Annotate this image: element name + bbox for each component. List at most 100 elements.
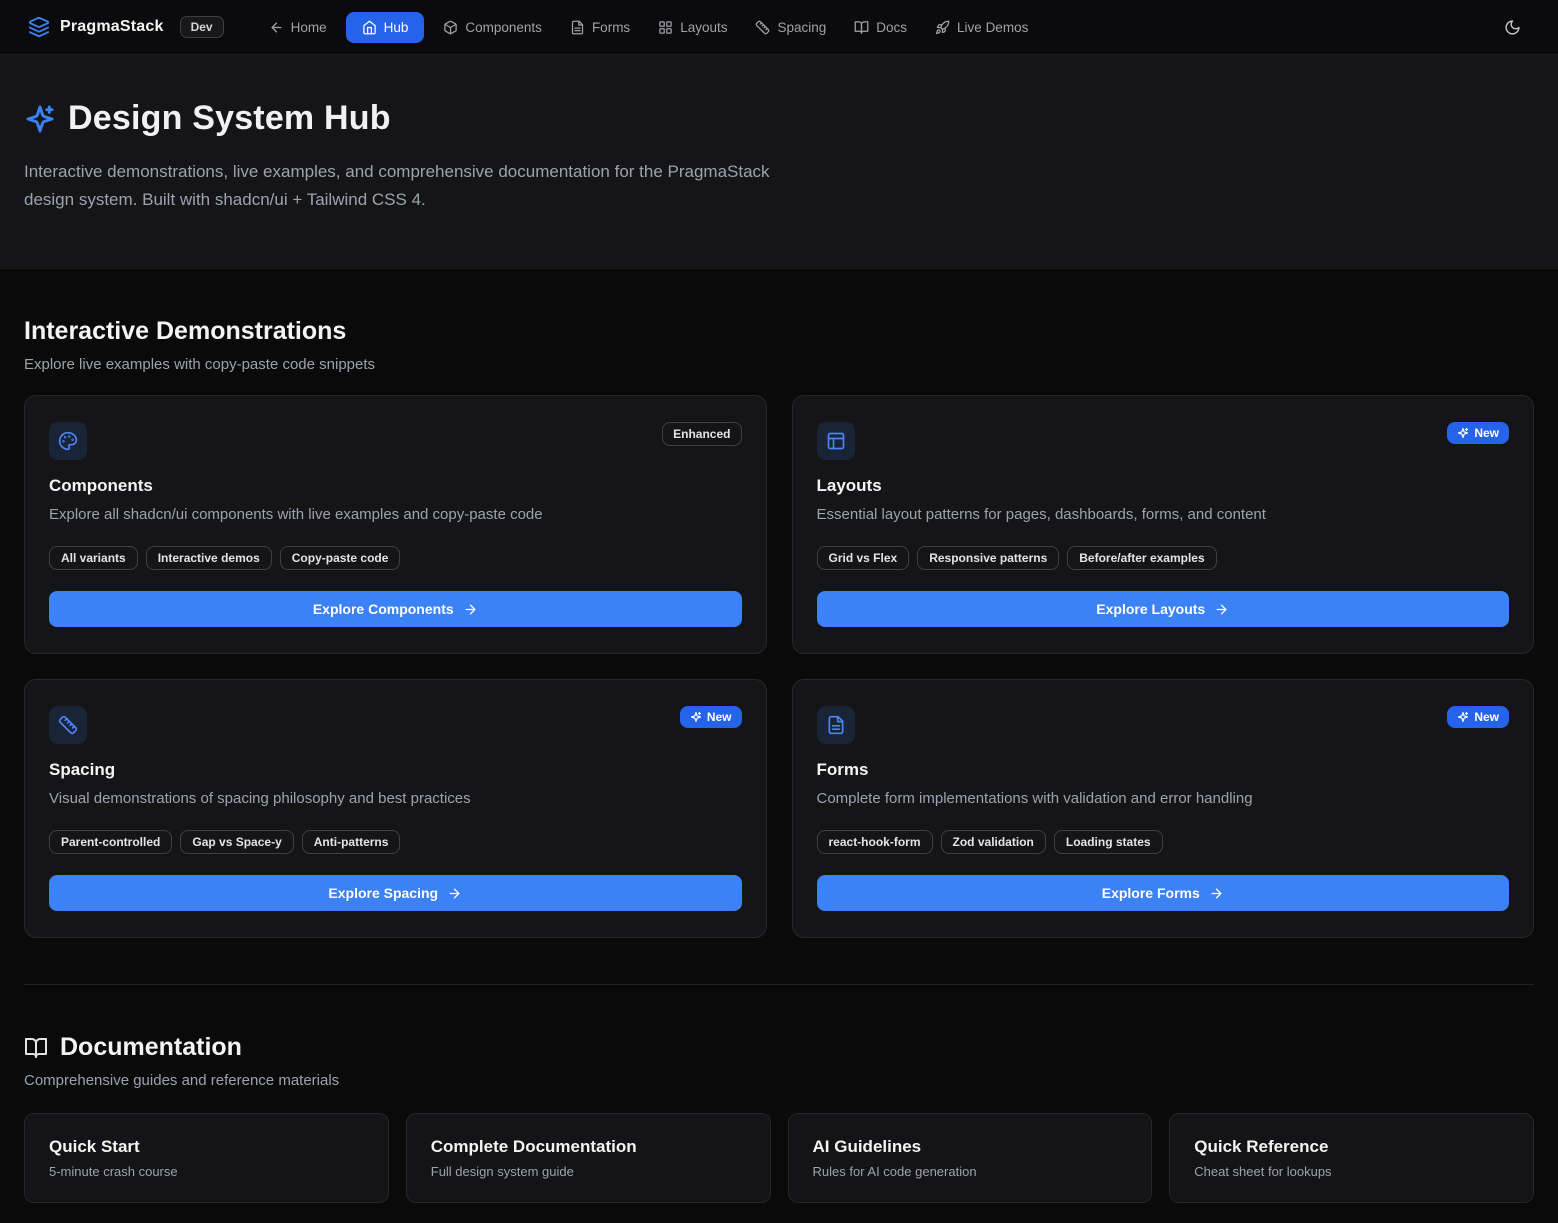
enhanced-badge: Enhanced	[662, 422, 741, 446]
demo-card-components[interactable]: Enhanced Components Explore all shadcn/u…	[24, 395, 767, 654]
doc-card-subtitle: 5-minute crash course	[49, 1164, 364, 1179]
moon-icon	[1504, 19, 1521, 36]
arrow-right-icon	[463, 602, 478, 617]
sparkles-icon	[1457, 711, 1469, 723]
demo-card-grid: Enhanced Components Explore all shadcn/u…	[24, 395, 1534, 938]
nav-item-layouts[interactable]: Layouts	[649, 12, 736, 43]
navbar: PragmaStack Dev Home Hub Components Form…	[0, 0, 1558, 55]
cta-label: Explore Components	[313, 601, 454, 617]
nav-item-label: Home	[291, 20, 327, 35]
demos-section-header: Interactive Demonstrations Explore live …	[24, 269, 1534, 373]
nav-item-label: Docs	[876, 20, 907, 35]
tag: Gap vs Space-y	[180, 830, 293, 854]
tag: Before/after examples	[1067, 546, 1216, 570]
doc-card-ai-guidelines[interactable]: AI Guidelines Rules for AI code generati…	[788, 1113, 1153, 1203]
arrow-left-icon	[269, 20, 284, 35]
page-subtitle: Interactive demonstrations, live example…	[24, 158, 786, 214]
book-open-icon	[854, 20, 869, 35]
sparkles-icon	[24, 103, 56, 135]
env-badge: Dev	[180, 16, 224, 38]
tag: react-hook-form	[817, 830, 933, 854]
nav-item-spacing[interactable]: Spacing	[746, 12, 835, 43]
doc-card-title: Complete Documentation	[431, 1137, 746, 1157]
nav-item-label: Spacing	[777, 20, 826, 35]
tag-row: react-hook-form Zod validation Loading s…	[817, 830, 1510, 854]
doc-card-title: Quick Reference	[1194, 1137, 1509, 1157]
card-description: Visual demonstrations of spacing philoso…	[49, 788, 742, 810]
doc-card-subtitle: Full design system guide	[431, 1164, 746, 1179]
tag: All variants	[49, 546, 138, 570]
explore-components-button[interactable]: Explore Components	[49, 591, 742, 627]
brand[interactable]: PragmaStack Dev	[28, 16, 224, 38]
theme-toggle-button[interactable]	[1494, 9, 1530, 45]
arrow-right-icon	[1214, 602, 1229, 617]
badge-label: New	[1474, 426, 1499, 440]
doc-card-quick-reference[interactable]: Quick Reference Cheat sheet for lookups	[1169, 1113, 1534, 1203]
nav-item-hub[interactable]: Hub	[346, 12, 425, 43]
explore-spacing-button[interactable]: Explore Spacing	[49, 875, 742, 911]
nav-item-components[interactable]: Components	[434, 12, 551, 43]
nav-item-label: Components	[465, 20, 542, 35]
doc-card-title: AI Guidelines	[813, 1137, 1128, 1157]
nav-item-forms[interactable]: Forms	[561, 12, 639, 43]
demo-card-layouts[interactable]: New Layouts Essential layout patterns fo…	[792, 395, 1535, 654]
tag: Responsive patterns	[917, 546, 1059, 570]
card-description: Explore all shadcn/ui components with li…	[49, 504, 742, 526]
tag-row: All variants Interactive demos Copy-past…	[49, 546, 742, 570]
doc-card-quick-start[interactable]: Quick Start 5-minute crash course	[24, 1113, 389, 1203]
home-icon	[362, 20, 377, 35]
doc-card-title: Quick Start	[49, 1137, 364, 1157]
tag: Copy-paste code	[280, 546, 401, 570]
doc-card-subtitle: Rules for AI code generation	[813, 1164, 1128, 1179]
tag: Parent-controlled	[49, 830, 172, 854]
layers-logo-icon	[28, 16, 50, 38]
ruler-icon	[755, 20, 770, 35]
badge-label: New	[1474, 710, 1499, 724]
card-title: Layouts	[817, 476, 1510, 496]
card-title: Forms	[817, 760, 1510, 780]
tag: Interactive demos	[146, 546, 272, 570]
file-text-icon	[570, 20, 585, 35]
demo-card-forms[interactable]: New Forms Complete form implementations …	[792, 679, 1535, 938]
docs-heading-label: Documentation	[60, 1033, 242, 1062]
brand-name: PragmaStack	[60, 18, 164, 36]
doc-card-subtitle: Cheat sheet for lookups	[1194, 1164, 1509, 1179]
palette-icon	[58, 431, 78, 451]
nav-item-label: Layouts	[680, 20, 727, 35]
card-title: Components	[49, 476, 742, 496]
arrow-right-icon	[447, 886, 462, 901]
nav-item-home[interactable]: Home	[260, 12, 336, 43]
tag: Anti-patterns	[302, 830, 401, 854]
tag: Loading states	[1054, 830, 1163, 854]
arrow-right-icon	[1209, 886, 1224, 901]
sparkles-icon	[690, 711, 702, 723]
explore-layouts-button[interactable]: Explore Layouts	[817, 591, 1510, 627]
nav-item-label: Forms	[592, 20, 630, 35]
tag-row: Parent-controlled Gap vs Space-y Anti-pa…	[49, 830, 742, 854]
demo-card-spacing[interactable]: New Spacing Visual demonstrations of spa…	[24, 679, 767, 938]
docs-heading: Documentation	[24, 1033, 1534, 1062]
doc-card-complete-documentation[interactable]: Complete Documentation Full design syste…	[406, 1113, 771, 1203]
main-nav: Home Hub Components Forms Layouts Spacin…	[260, 12, 1038, 43]
demos-heading: Interactive Demonstrations	[24, 317, 1534, 346]
cta-label: Explore Spacing	[328, 885, 438, 901]
box-icon	[443, 20, 458, 35]
nav-item-live-demos[interactable]: Live Demos	[926, 12, 1037, 43]
nav-item-docs[interactable]: Docs	[845, 12, 916, 43]
explore-forms-button[interactable]: Explore Forms	[817, 875, 1510, 911]
ruler-icon	[58, 715, 78, 735]
palette-icon-tile	[49, 422, 87, 460]
main-content: Interactive Demonstrations Explore live …	[0, 269, 1558, 1223]
cta-label: Explore Forms	[1102, 885, 1200, 901]
cta-label: Explore Layouts	[1096, 601, 1205, 617]
layout-grid-icon	[658, 20, 673, 35]
tag-row: Grid vs Flex Responsive patterns Before/…	[817, 546, 1510, 570]
card-description: Essential layout patterns for pages, das…	[817, 504, 1510, 526]
new-badge: New	[1447, 706, 1509, 728]
hero-section: Design System Hub Interactive demonstrat…	[0, 55, 1558, 269]
nav-right	[1494, 9, 1530, 45]
docs-subheading: Comprehensive guides and reference mater…	[24, 1072, 1534, 1089]
new-badge: New	[1447, 422, 1509, 444]
docs-section-header: Documentation Comprehensive guides and r…	[24, 985, 1534, 1089]
book-open-icon	[24, 1036, 48, 1060]
